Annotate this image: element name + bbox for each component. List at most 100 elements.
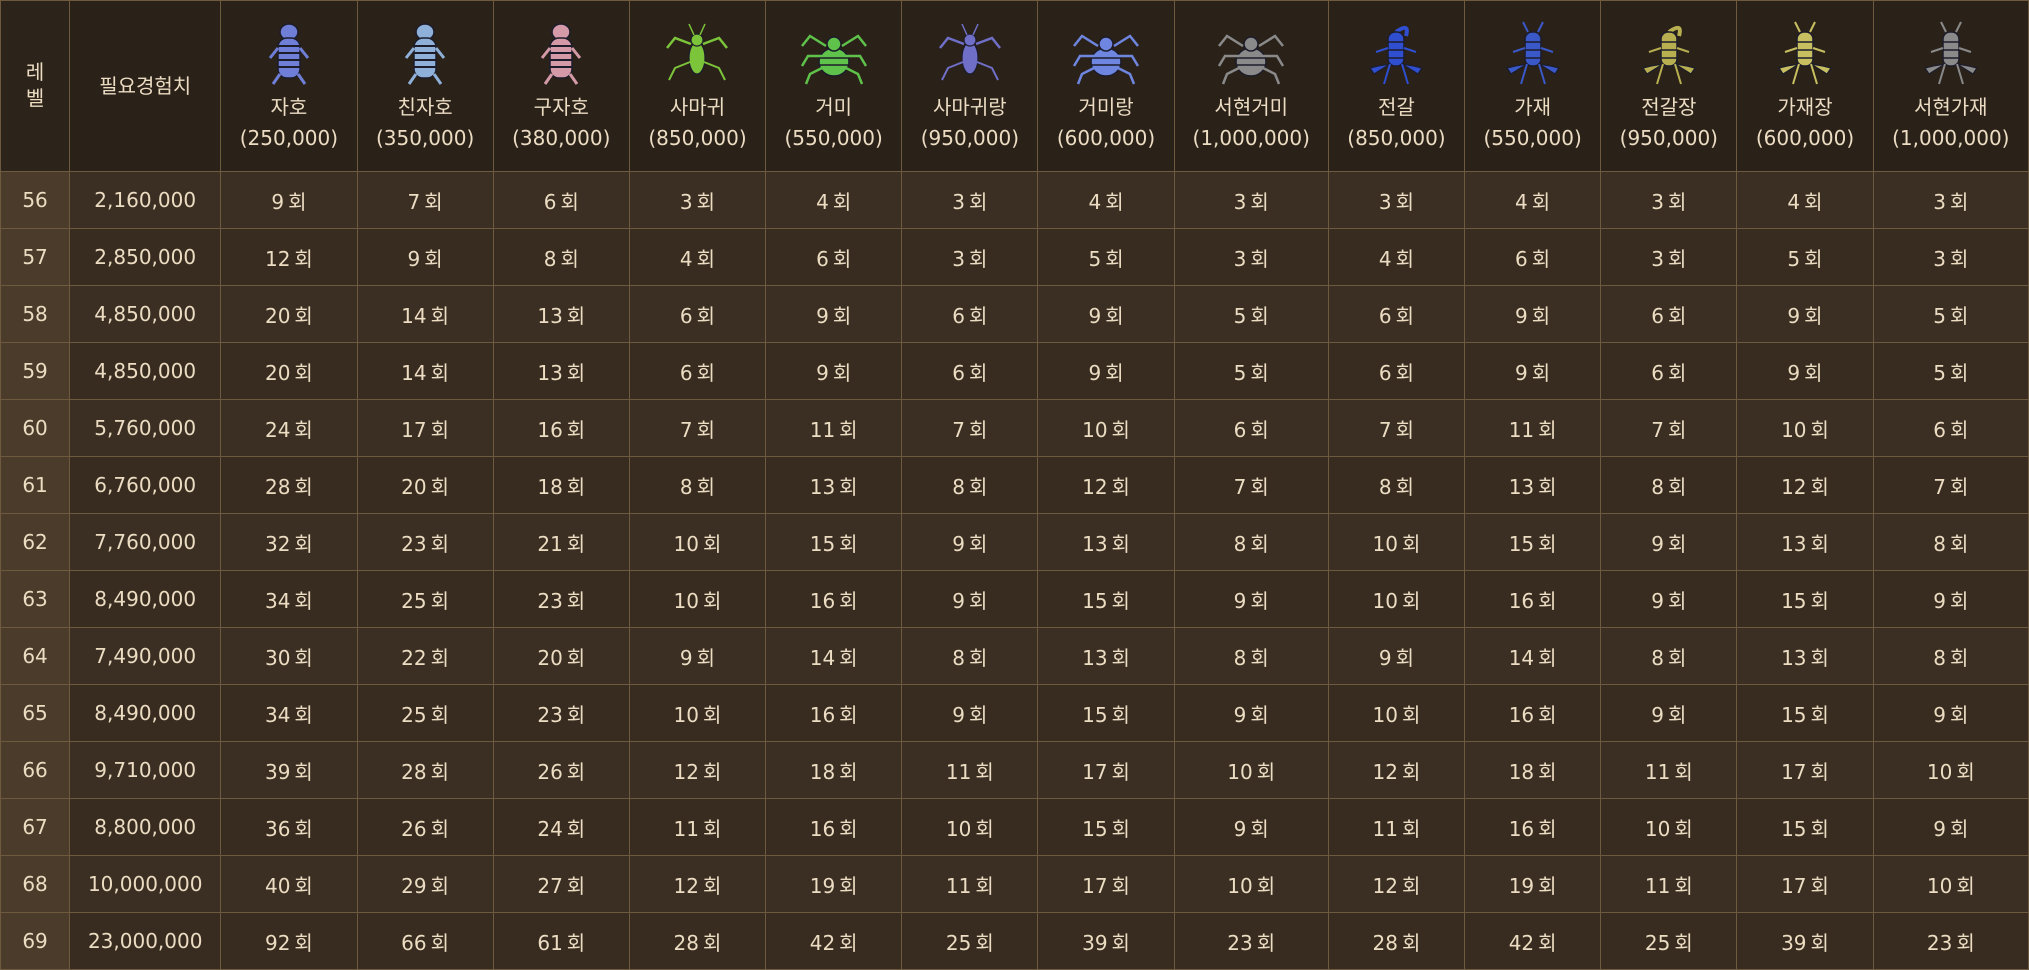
count-cell: 4회 (1736, 171, 1874, 229)
table-row: 68 10,000,000 40 회 29 회 27 회 12 회 19 회 11 회 17 회 10 회 12 회 1… (0, 855, 2029, 913)
count-value: 14 (809, 645, 836, 670)
count-cell: 15 회 (1037, 684, 1175, 742)
count-cell: 25 회 (356, 570, 494, 628)
count-value: 20 (401, 474, 427, 499)
count-cell: 9회 (1173, 798, 1329, 856)
count-unit: 회 (839, 816, 858, 841)
count-unit: 회 (294, 360, 313, 385)
level-cell: 68 (0, 855, 71, 913)
count-cell: 3회 (1872, 228, 2029, 286)
count-unit: 회 (1810, 645, 1829, 670)
count-value: 6 (543, 189, 557, 214)
count-cell: 4회 (765, 171, 903, 229)
count-unit: 회 (566, 417, 586, 442)
count-unit: 회 (1949, 360, 1969, 385)
count-cell: 9회 (901, 570, 1039, 628)
count-value: 11 (1644, 873, 1671, 898)
count-cell: 20 회 (356, 456, 494, 514)
count-cell: 16 회 (1464, 798, 1602, 856)
count-cell: 18 회 (765, 741, 903, 799)
count-cell: 15 회 (1736, 798, 1874, 856)
count-unit: 회 (1810, 816, 1829, 841)
count-value: 8 (1651, 474, 1664, 499)
count-cell: 10 회 (1327, 684, 1466, 742)
count-value: 28 (673, 930, 699, 955)
count-unit: 회 (975, 930, 994, 955)
count-unit: 회 (1401, 816, 1421, 841)
monster-name: 가재장 (1777, 95, 1833, 119)
count-cell: 9회 (628, 627, 767, 685)
count-unit: 회 (1538, 702, 1557, 727)
count-cell: 9회 (1327, 627, 1466, 685)
count-value: 11 (1644, 759, 1671, 784)
count-unit: 회 (696, 645, 716, 670)
exp-cell: 8,800,000 (69, 798, 222, 856)
count-unit: 회 (1250, 588, 1269, 613)
table-row: 65 8,490,000 34 회 25 회 23 회 10 회 16 회 9 회 15 회 9 회 10 회 16 회 9… (0, 684, 2029, 742)
table-row: 62 7,760,000 32 회 23 회 21 회 10 회 15 회 9 회 13 회 8 회 10 회 15 회 9… (0, 513, 2029, 571)
count-unit: 회 (566, 303, 586, 328)
count-value: 5 (1933, 303, 1946, 328)
count-value: 23 (401, 531, 427, 556)
count-cell: 8회 (1173, 627, 1329, 685)
count-value: 25 (401, 588, 427, 613)
count-cell: 23 회 (1173, 912, 1329, 970)
level-cell: 69 (0, 912, 71, 970)
count-unit: 회 (566, 360, 586, 385)
monster-header: 자호 (250,000) (220, 0, 358, 172)
count-value: 9 (679, 645, 693, 670)
count-value: 7 (952, 417, 965, 442)
count-value: 12 (1082, 474, 1108, 499)
count-unit: 회 (1401, 531, 1421, 556)
count-value: 28 (1372, 930, 1398, 955)
count-unit: 회 (1105, 360, 1124, 385)
count-value: 66 (401, 930, 427, 955)
count-value: 17 (401, 417, 427, 442)
count-cell: 9회 (1464, 285, 1602, 343)
monster-header: 거미랑 (600,000) (1037, 0, 1175, 172)
count-value: 11 (673, 816, 699, 841)
blue-tiger-icon (222, 18, 356, 90)
count-unit: 회 (702, 588, 722, 613)
count-unit: 회 (294, 474, 313, 499)
monster-name: 친자호 (397, 95, 453, 119)
pink-tiger-icon (494, 18, 628, 90)
count-unit: 회 (294, 702, 313, 727)
count-cell: 39 회 (1037, 912, 1175, 970)
count-cell: 3회 (628, 171, 767, 229)
count-unit: 회 (294, 930, 313, 955)
count-unit: 회 (696, 417, 716, 442)
count-value: 15 (1082, 588, 1108, 613)
count-value: 42 (809, 930, 836, 955)
table-row: 63 8,490,000 34 회 25 회 23 회 10 회 16 회 9 회 15 회 9 회 10 회 16 회 9… (0, 570, 2029, 628)
count-unit: 회 (702, 873, 722, 898)
monster-name: 서현가재 (1913, 95, 1988, 119)
count-unit: 회 (1956, 873, 1975, 898)
count-unit: 회 (1256, 930, 1276, 955)
count-value: 20 (537, 645, 563, 670)
count-cell: 19 회 (1464, 855, 1602, 913)
monster-name: 거미랑 (1078, 95, 1134, 119)
monster-name: 거미 (815, 95, 853, 119)
count-cell: 11 회 (1464, 399, 1602, 457)
count-cell: 13 회 (1464, 456, 1602, 514)
count-unit: 회 (969, 474, 988, 499)
count-cell: 12 회 (1736, 456, 1874, 514)
count-cell: 5회 (1037, 228, 1175, 286)
count-unit: 회 (1250, 417, 1269, 442)
count-unit: 회 (1674, 930, 1693, 955)
count-cell: 7회 (901, 399, 1039, 457)
count-unit: 회 (1538, 645, 1557, 670)
count-cell: 7회 (1327, 399, 1466, 457)
count-value: 36 (264, 816, 291, 841)
count-value: 5 (1088, 246, 1102, 271)
count-unit: 회 (1395, 303, 1414, 328)
count-cell: 11 회 (628, 798, 767, 856)
count-value: 11 (945, 873, 972, 898)
count-unit: 회 (1804, 303, 1823, 328)
count-cell: 9회 (1600, 684, 1738, 742)
table-row: 61 6,760,000 28 회 20 회 18 회 8 회 13 회 8 회 12 회 7 회 8 회 13 회 8 회 1… (0, 456, 2029, 514)
count-cell: 10 회 (901, 798, 1039, 856)
green-spider-icon (767, 18, 901, 90)
count-cell: 9회 (1037, 342, 1175, 400)
